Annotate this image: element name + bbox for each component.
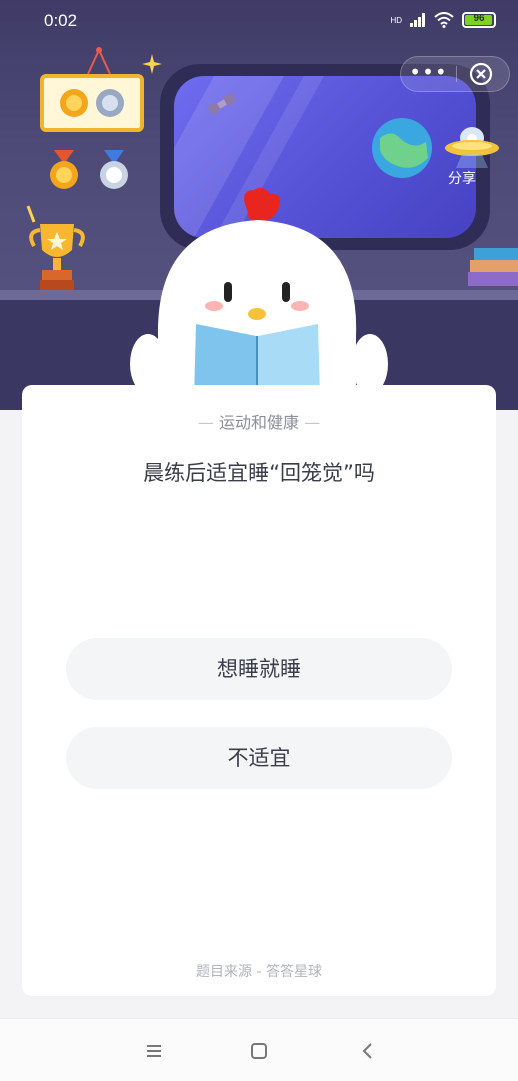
wifi-icon — [434, 12, 454, 28]
question-source: 题目来源 - 答答星球 — [196, 964, 322, 980]
frame-hanger — [87, 47, 111, 75]
more-icon[interactable]: ••• — [401, 57, 456, 91]
trophy-icon — [26, 205, 85, 290]
question-category: — 运动和健康 — — [22, 409, 496, 433]
battery-level: 96 — [473, 13, 485, 24]
award-frame — [40, 74, 144, 132]
answer-option-2[interactable]: 不适宜 — [66, 727, 452, 789]
silver-medal-icon — [100, 150, 128, 189]
close-button[interactable] — [457, 57, 511, 91]
home-icon[interactable] — [245, 1037, 273, 1065]
ufo-share-icon[interactable] — [442, 124, 502, 168]
bronze-medal-icon — [50, 150, 78, 189]
category-label: 运动和健康 — [218, 413, 299, 432]
signal-icon — [410, 13, 425, 27]
hero-illustration: 分享 0:02 HD 96 ••• — [0, 0, 518, 410]
chick-mascot — [130, 187, 388, 410]
category-dash-right: — — [304, 413, 321, 432]
category-dash-left: — — [197, 413, 214, 432]
mini-program-capsule: ••• — [400, 56, 510, 92]
question-card: — 运动和健康 — 晨练后适宜睡“回笼觉”吗 想睡就睡 不适宜 题目来源 - 答… — [22, 385, 496, 996]
status-time: 0:02 — [44, 11, 78, 30]
battery-icon: 96 — [462, 12, 496, 28]
status-icons: HD 96 — [390, 12, 496, 28]
menu-icon[interactable] — [140, 1037, 168, 1065]
share-label[interactable]: 分享 — [448, 168, 476, 188]
back-icon[interactable] — [354, 1037, 382, 1065]
answer-option-1[interactable]: 想睡就睡 — [66, 638, 452, 700]
medal-pair-icon — [60, 89, 124, 117]
close-icon[interactable] — [457, 57, 511, 91]
system-nav-bar — [0, 1018, 518, 1081]
status-bar: 0:02 HD 96 — [0, 0, 518, 44]
sparkle-icon — [142, 54, 162, 74]
books-icon — [468, 248, 518, 286]
question-text: 晨练后适宜睡“回笼觉”吗 — [143, 461, 375, 485]
hd-label: HD — [390, 15, 402, 25]
